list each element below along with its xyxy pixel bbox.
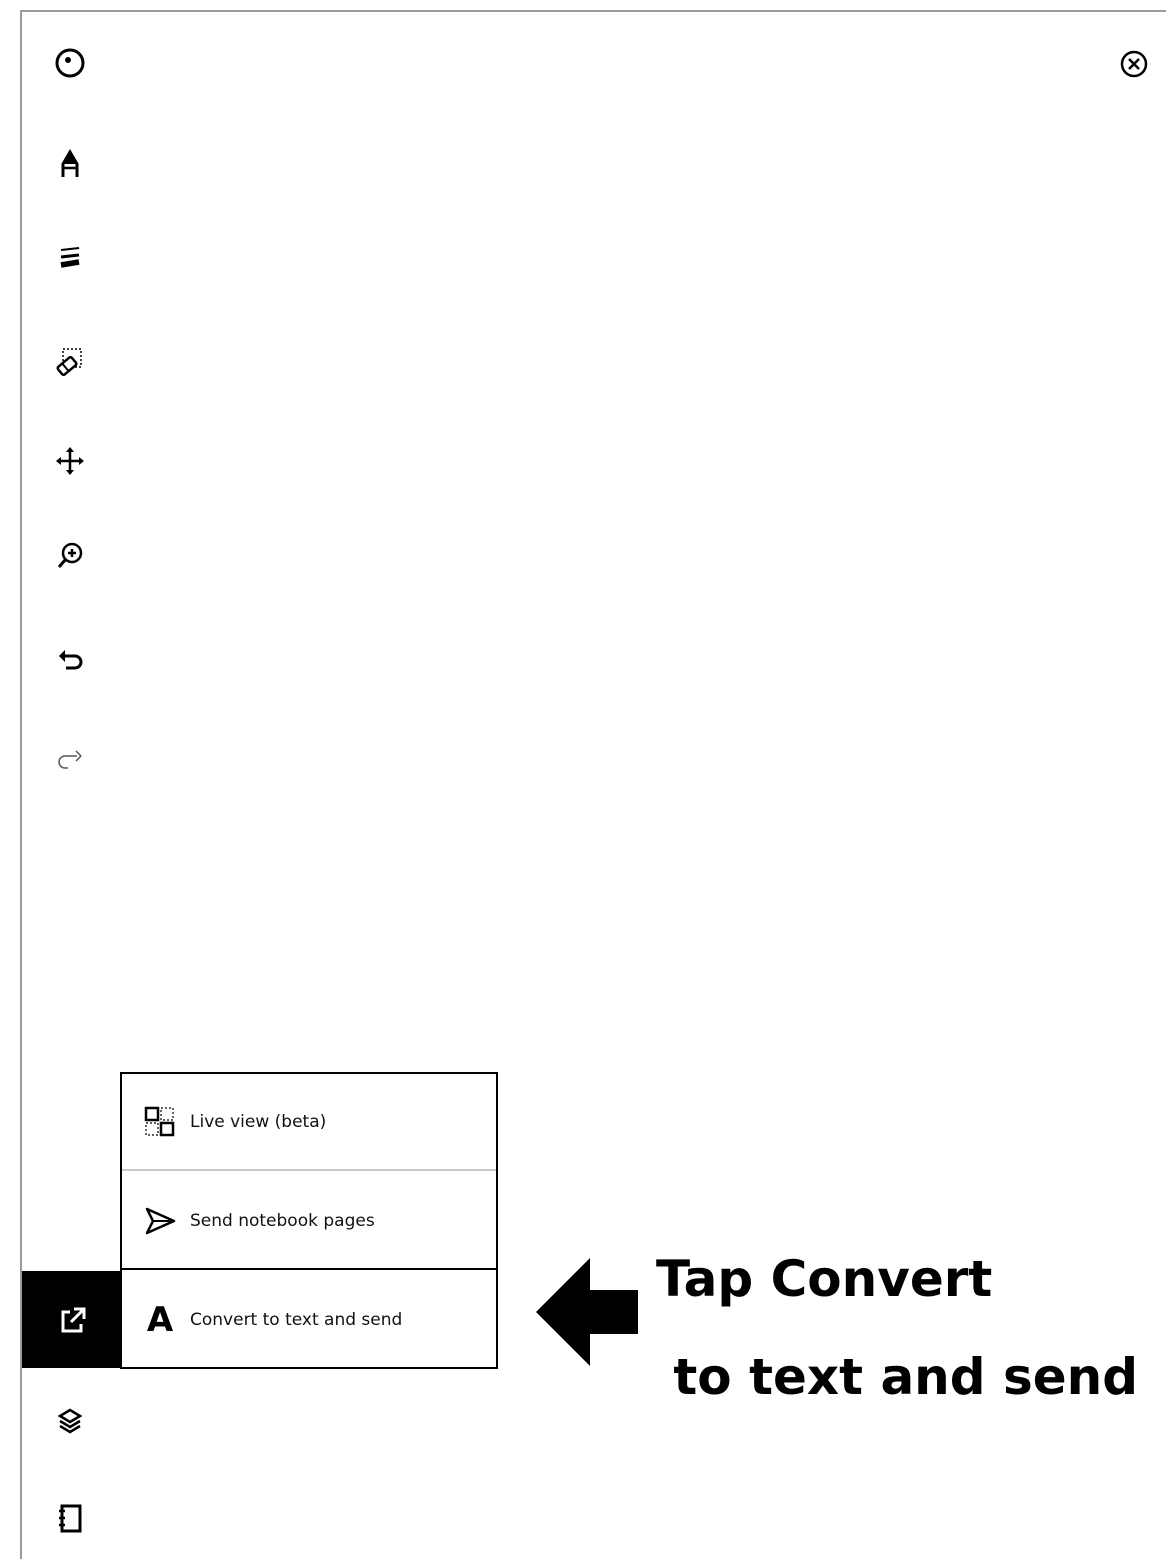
undo-button[interactable] [44, 633, 96, 685]
send-icon [142, 1203, 178, 1239]
pen-style-button[interactable] [44, 138, 96, 190]
notebook-screen: Live view (beta) Send notebook pages A C… [0, 0, 1166, 1559]
menu-item-label: Convert to text and send [190, 1309, 403, 1330]
selection-eraser-icon [56, 348, 82, 377]
undo-icon [59, 650, 83, 670]
share-icon [61, 1307, 86, 1332]
close-icon [1120, 50, 1148, 78]
stroke-thickness-button[interactable] [44, 233, 96, 285]
share-button[interactable] [22, 1271, 122, 1368]
close-button[interactable] [1114, 44, 1154, 84]
left-arrow-icon [536, 1258, 638, 1366]
notebook-icon [59, 1504, 82, 1533]
redo-icon [58, 750, 82, 769]
pen-style-icon [61, 149, 79, 177]
layers-icon [57, 1408, 83, 1434]
move-icon [56, 447, 84, 475]
menu-item-label: Send notebook pages [190, 1210, 375, 1231]
share-menu: Live view (beta) Send notebook pages A C… [120, 1072, 498, 1369]
stroke-thickness-icon [60, 247, 80, 268]
menu-item-live-view[interactable]: Live view (beta) [122, 1074, 496, 1171]
instruction-callout: Tap Convert to text and send [656, 1230, 1166, 1426]
zoom-button[interactable] [44, 530, 96, 582]
pen-tip-button[interactable] [44, 37, 96, 89]
menu-item-convert-text[interactable]: A Convert to text and send [122, 1271, 496, 1368]
menu-item-label: Live view (beta) [190, 1111, 327, 1132]
selection-eraser-button[interactable] [44, 335, 96, 387]
pen-tip-icon [55, 48, 85, 78]
instruction-line-2: to text and send [656, 1348, 1139, 1406]
redo-button[interactable] [44, 733, 96, 785]
zoom-icon [57, 542, 83, 568]
instruction-line-1: Tap Convert [656, 1250, 993, 1308]
menu-item-send-pages[interactable]: Send notebook pages [122, 1173, 496, 1270]
live-view-icon [142, 1104, 178, 1140]
convert-glyph: A [146, 1299, 174, 1340]
layers-button[interactable] [44, 1395, 96, 1447]
notebook-button[interactable] [44, 1492, 96, 1544]
move-button[interactable] [44, 435, 96, 487]
convert-text-icon: A [142, 1302, 178, 1338]
